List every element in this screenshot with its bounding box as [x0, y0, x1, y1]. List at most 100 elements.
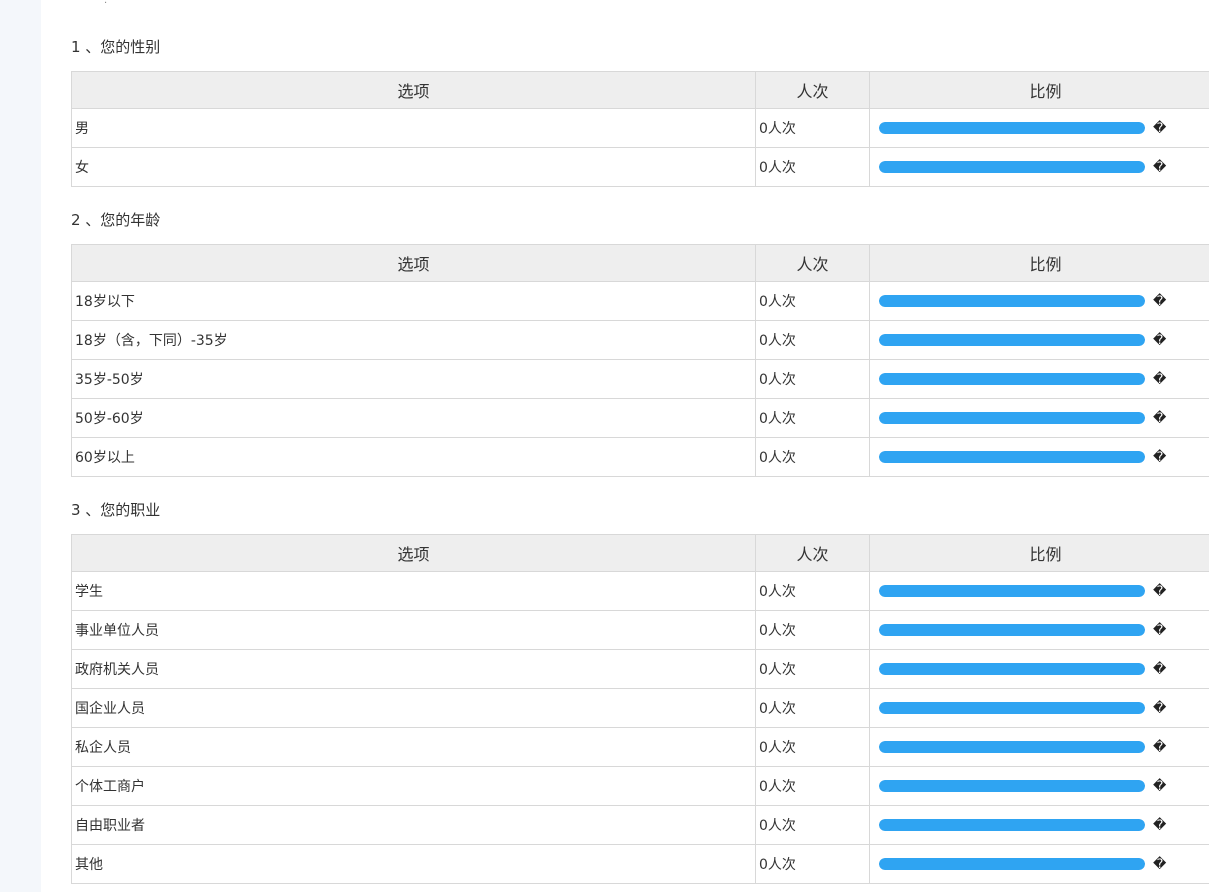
option-label: 自由职业者: [71, 805, 756, 845]
ratio-value: �: [1153, 739, 1167, 755]
header-mark: ·: [104, 0, 108, 9]
table-row: 自由职业者 0人次 �: [71, 805, 1209, 845]
table-row: 国企业人员 0人次 �: [71, 688, 1209, 728]
ratio-cell: �: [869, 649, 1209, 689]
ratio-value: �: [1153, 856, 1167, 872]
question-title-gender: 1 、您的性别: [71, 38, 161, 56]
ratio-bar-fill: [879, 451, 1145, 463]
count-value: 0人次: [755, 766, 870, 806]
count-value: 0人次: [755, 281, 870, 321]
ratio-bar: [879, 819, 1145, 831]
count-value: 0人次: [755, 320, 870, 360]
table-row: 事业单位人员 0人次 �: [71, 610, 1209, 650]
count-value: 0人次: [755, 649, 870, 689]
column-header-count: 人次: [755, 534, 870, 572]
ratio-value: �: [1153, 293, 1167, 309]
result-table-gender: 选项 人次 比例 男 0人次 � 女 0人次 �: [71, 71, 1209, 187]
count-value: 0人次: [755, 437, 870, 477]
table-row: 政府机关人员 0人次 �: [71, 649, 1209, 689]
option-label: 个体工商户: [71, 766, 756, 806]
count-value: 0人次: [755, 571, 870, 611]
column-header-ratio: 比例: [869, 71, 1209, 109]
ratio-cell: �: [869, 320, 1209, 360]
ratio-bar-fill: [879, 780, 1145, 792]
option-label: 私企人员: [71, 727, 756, 767]
ratio-cell: �: [869, 766, 1209, 806]
ratio-bar: [879, 295, 1145, 307]
ratio-cell: �: [869, 688, 1209, 728]
ratio-value: �: [1153, 449, 1167, 465]
ratio-bar-fill: [879, 295, 1145, 307]
ratio-bar: [879, 858, 1145, 870]
ratio-value: �: [1153, 371, 1167, 387]
ratio-value: �: [1153, 622, 1167, 638]
option-label: 50岁-60岁: [71, 398, 756, 438]
ratio-cell: �: [869, 805, 1209, 845]
ratio-bar-fill: [879, 334, 1145, 346]
ratio-bar-fill: [879, 585, 1145, 597]
table-row: 私企人员 0人次 �: [71, 727, 1209, 767]
table-row: 35岁-50岁 0人次 �: [71, 359, 1209, 399]
ratio-bar-fill: [879, 624, 1145, 636]
ratio-bar-fill: [879, 663, 1145, 675]
option-label: 国企业人员: [71, 688, 756, 728]
ratio-bar-fill: [879, 741, 1145, 753]
column-header-count: 人次: [755, 71, 870, 109]
table-header-row: 选项 人次 比例: [71, 244, 1209, 282]
option-label: 60岁以上: [71, 437, 756, 477]
table-row: 18岁以下 0人次 �: [71, 281, 1209, 321]
option-label: 女: [71, 147, 756, 187]
count-value: 0人次: [755, 359, 870, 399]
ratio-bar-fill: [879, 122, 1145, 134]
survey-results-panel: · 1 、您的性别 选项 人次 比例 男 0人次 � 女 0人次 � 2 、您的…: [41, 0, 1209, 892]
ratio-value: �: [1153, 700, 1167, 716]
ratio-cell: �: [869, 844, 1209, 884]
ratio-bar: [879, 663, 1145, 675]
left-margin-strip: [0, 0, 41, 892]
ratio-cell: �: [869, 108, 1209, 148]
ratio-cell: �: [869, 727, 1209, 767]
ratio-value: �: [1153, 332, 1167, 348]
ratio-value: �: [1153, 159, 1167, 175]
column-header-count: 人次: [755, 244, 870, 282]
table-row: 男 0人次 �: [71, 108, 1209, 148]
ratio-bar-fill: [879, 412, 1145, 424]
ratio-bar: [879, 702, 1145, 714]
table-row: 个体工商户 0人次 �: [71, 766, 1209, 806]
table-row: 50岁-60岁 0人次 �: [71, 398, 1209, 438]
option-label: 其他: [71, 844, 756, 884]
ratio-bar: [879, 780, 1145, 792]
option-label: 事业单位人员: [71, 610, 756, 650]
option-label: 18岁以下: [71, 281, 756, 321]
column-header-ratio: 比例: [869, 244, 1209, 282]
ratio-bar: [879, 161, 1145, 173]
count-value: 0人次: [755, 610, 870, 650]
ratio-cell: �: [869, 571, 1209, 611]
ratio-value: �: [1153, 817, 1167, 833]
ratio-cell: �: [869, 437, 1209, 477]
ratio-bar-fill: [879, 858, 1145, 870]
option-label: 学生: [71, 571, 756, 611]
table-row: 女 0人次 �: [71, 147, 1209, 187]
ratio-cell: �: [869, 281, 1209, 321]
option-label: 政府机关人员: [71, 649, 756, 689]
table-row: 其他 0人次 �: [71, 844, 1209, 884]
count-value: 0人次: [755, 398, 870, 438]
ratio-cell: �: [869, 359, 1209, 399]
ratio-bar-fill: [879, 161, 1145, 173]
count-value: 0人次: [755, 844, 870, 884]
count-value: 0人次: [755, 688, 870, 728]
ratio-bar: [879, 451, 1145, 463]
question-title-occupation: 3 、您的职业: [71, 501, 161, 519]
ratio-bar-fill: [879, 702, 1145, 714]
option-label: 18岁（含，下同）-35岁: [71, 320, 756, 360]
table-row: 学生 0人次 �: [71, 571, 1209, 611]
count-value: 0人次: [755, 727, 870, 767]
question-title-age: 2 、您的年龄: [71, 211, 161, 229]
ratio-value: �: [1153, 120, 1167, 136]
ratio-cell: �: [869, 610, 1209, 650]
table-row: 18岁（含，下同）-35岁 0人次 �: [71, 320, 1209, 360]
table-header-row: 选项 人次 比例: [71, 534, 1209, 572]
ratio-value: �: [1153, 410, 1167, 426]
ratio-bar: [879, 624, 1145, 636]
